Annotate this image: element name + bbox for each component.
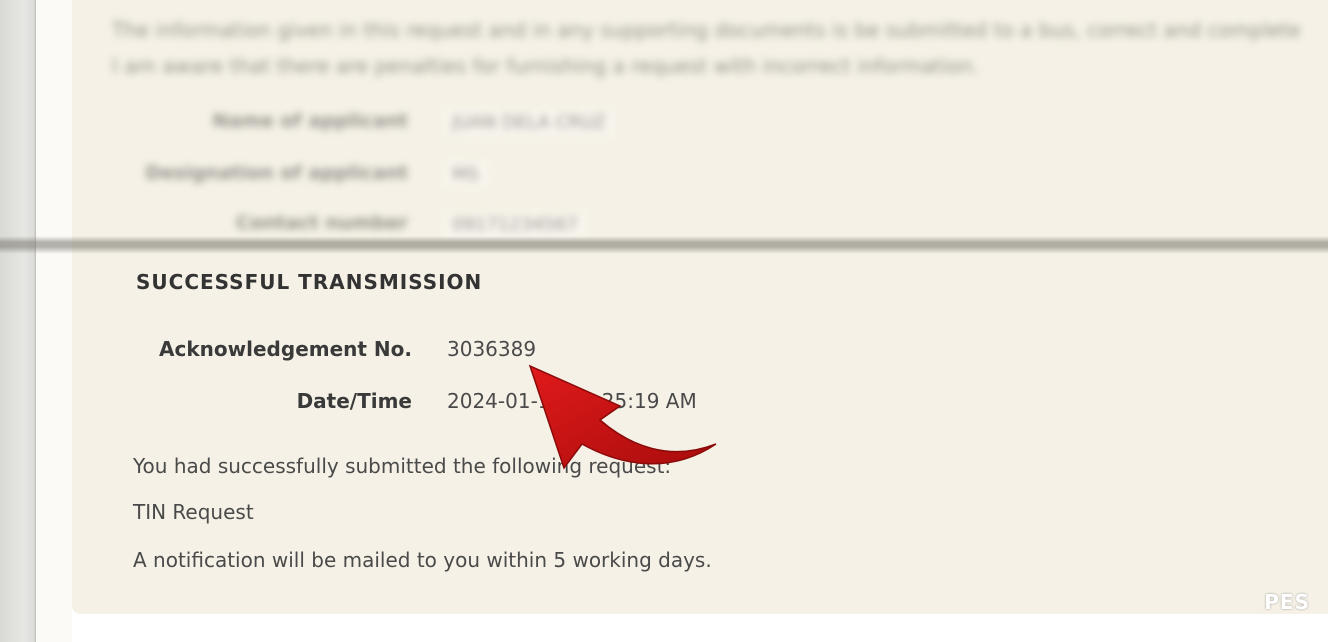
request-type: TIN Request bbox=[133, 500, 254, 524]
notification-message: A notification will be mailed to you wit… bbox=[133, 548, 712, 572]
ack-number-value: 3036389 bbox=[447, 337, 537, 361]
blurred-contact-label: Contact number bbox=[235, 212, 408, 234]
blurred-intro-line-2: I am aware that there are penalties for … bbox=[112, 54, 979, 78]
section-divider bbox=[0, 236, 1328, 254]
blurred-intro-line-1: The information given in this request an… bbox=[112, 18, 1301, 42]
blurred-form-section: The information given in this request an… bbox=[72, 0, 1328, 238]
blurred-designation-value: MS bbox=[444, 162, 487, 187]
section-title: SUCCESSFUL TRANSMISSION bbox=[136, 270, 483, 294]
datetime-label: Date/Time bbox=[296, 389, 412, 413]
curved-arrow-icon bbox=[528, 364, 717, 470]
blurred-designation-label: Designation of applicant bbox=[145, 162, 408, 184]
blurred-contact-value: 09171234567 bbox=[444, 212, 586, 237]
ack-number-label: Acknowledgement No. bbox=[159, 337, 412, 361]
left-gutter bbox=[0, 0, 36, 642]
blurred-name-value: JUAN DELA CRUZ bbox=[444, 110, 614, 135]
left-margin bbox=[36, 0, 72, 642]
watermark-logo: PES bbox=[1264, 590, 1310, 614]
blurred-name-label: Name of applicant bbox=[212, 110, 408, 132]
